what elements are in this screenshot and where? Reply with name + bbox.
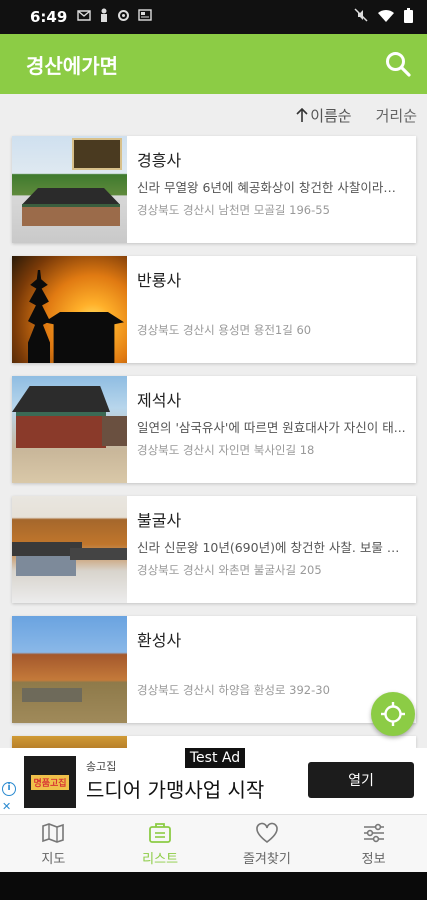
- ad-banner[interactable]: Test Ad i ✕ 명품고집 송고집 드디어 가맹사업 시작 열기: [0, 748, 427, 814]
- place-address: 경상북도 경산시 하양읍 환성로 392-30: [137, 683, 330, 697]
- status-bar: 6:49: [0, 0, 427, 34]
- arrow-up-icon: [296, 108, 308, 122]
- nav-map-label: 지도: [41, 851, 66, 867]
- nav-favorites-label: 즐겨찾기: [242, 851, 291, 867]
- bottom-nav: 지도 리스트 즐겨찾기 정보: [0, 814, 427, 872]
- map-icon: [40, 821, 66, 845]
- ad-logo: 명품고집: [24, 756, 76, 808]
- notification-icons: [77, 8, 153, 26]
- nav-map[interactable]: 지도: [0, 815, 107, 872]
- place-photo: [12, 616, 127, 723]
- sort-by-name-button[interactable]: 이름순: [296, 105, 352, 126]
- gmail-icon: [77, 9, 92, 25]
- place-address: 경상북도 경산시 남천면 모골길 196-55: [137, 203, 330, 217]
- app-bar: 경산에가면: [0, 34, 427, 94]
- list-item[interactable]: [12, 736, 416, 748]
- sort-by-distance-button[interactable]: 거리순: [376, 105, 417, 126]
- wifi-icon: [378, 8, 394, 26]
- place-description: 신라 신문왕 10년(690년)에 창건한 사찰. 보물 제...: [137, 540, 406, 555]
- nav-list-label: 리스트: [142, 851, 179, 867]
- nav-info[interactable]: 정보: [320, 815, 427, 872]
- place-description: 신라 무열왕 6년에 혜공화상이 창건한 사찰이라고...: [137, 180, 406, 195]
- nav-favorites[interactable]: 즐겨찾기: [214, 815, 321, 872]
- ad-logo-text: 명품고집: [31, 774, 69, 790]
- news-icon: [138, 9, 153, 25]
- battery-icon: [404, 7, 413, 27]
- list-icon: [147, 821, 173, 845]
- place-photo: [12, 256, 127, 363]
- gear-icon: [117, 9, 130, 26]
- sort-bar: 이름순 거리순: [0, 94, 427, 136]
- settings-icon: [361, 821, 387, 845]
- place-photo: [12, 496, 127, 603]
- place-photo: [12, 736, 127, 748]
- search-icon: [386, 52, 411, 77]
- place-address: 경상북도 경산시 자인면 북사인길 18: [137, 443, 315, 457]
- app-title: 경산에가면: [26, 53, 118, 78]
- list-item[interactable]: 환성사 경상북도 경산시 하양읍 환성로 392-30: [12, 616, 416, 723]
- mute-icon: [354, 8, 368, 26]
- search-button[interactable]: [383, 49, 413, 79]
- place-name: 경흥사: [137, 151, 182, 170]
- place-description: [137, 658, 406, 678]
- ad-test-label: Test Ad: [185, 748, 245, 768]
- place-description: 일연의 '삼국유사'에 따르면 원효대사가 자신이 태...: [137, 420, 406, 435]
- list-item[interactable]: 제석사 일연의 '삼국유사'에 따르면 원효대사가 자신이 태... 경상북도 …: [12, 376, 416, 483]
- system-icons: [354, 7, 413, 27]
- heart-icon: [254, 821, 280, 845]
- ad-brand: 송고집: [86, 760, 117, 773]
- place-address: 경상북도 경산시 와촌면 불굴사길 205: [137, 563, 322, 577]
- place-name: 환성사: [137, 631, 182, 650]
- crosshair-icon: [381, 702, 405, 726]
- nav-list[interactable]: 리스트: [107, 815, 214, 872]
- status-time: 6:49: [30, 8, 68, 26]
- sort-by-name-label: 이름순: [310, 106, 352, 125]
- list-item[interactable]: 반룡사 경상북도 경산시 용성면 용전1길 60: [12, 256, 416, 363]
- list-item[interactable]: 경흥사 신라 무열왕 6년에 혜공화상이 창건한 사찰이라고... 경상북도 경…: [12, 136, 416, 243]
- ad-close-icon[interactable]: ✕: [2, 800, 11, 813]
- ad-headline: 드디어 가맹사업 시작: [86, 778, 265, 802]
- ad-info-icon[interactable]: i: [2, 782, 16, 796]
- my-location-button[interactable]: [371, 692, 415, 736]
- place-photo: [12, 376, 127, 483]
- system-nav-bar: [0, 872, 427, 900]
- place-name: 제석사: [137, 391, 182, 410]
- ad-open-button[interactable]: 열기: [308, 762, 414, 798]
- place-name: 불굴사: [137, 511, 182, 530]
- nav-info-label: 정보: [361, 851, 386, 867]
- person-icon: [99, 8, 109, 26]
- place-description: [137, 298, 406, 318]
- list-item[interactable]: 불굴사 신라 신문왕 10년(690년)에 창건한 사찰. 보물 제... 경상…: [12, 496, 416, 603]
- place-address: 경상북도 경산시 용성면 용전1길 60: [137, 323, 312, 337]
- place-name: 반룡사: [137, 271, 182, 290]
- place-photo: [12, 136, 127, 243]
